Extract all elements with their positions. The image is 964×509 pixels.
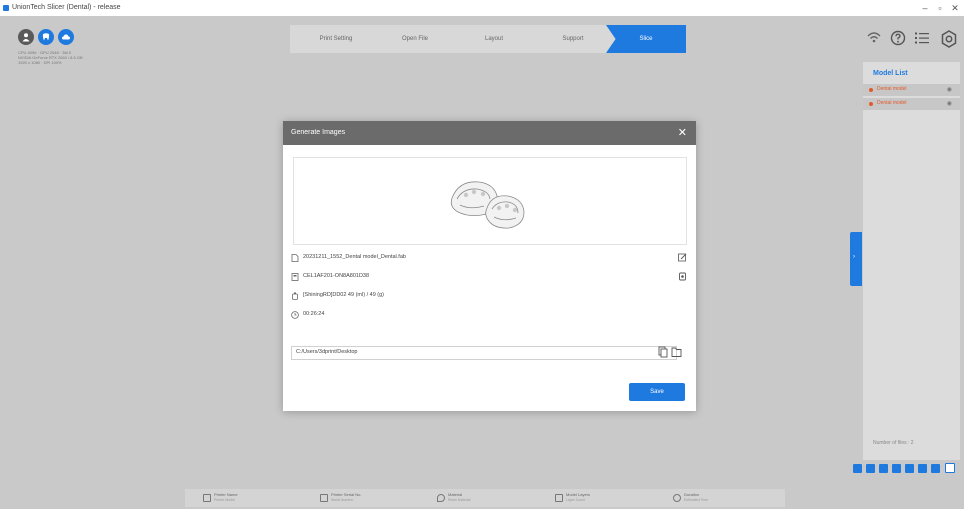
close-icon[interactable]: ✕ (678, 121, 687, 145)
generate-images-dialog: Generate Images ✕ 20231211_1552_Dental m… (283, 121, 696, 411)
visibility-eye-icon[interactable]: ◉ (947, 86, 952, 93)
material-row: [ShiningRD]DD02 49 (ml) / 49 (g) (291, 291, 687, 301)
output-path-value: C:/Users/3dprint/Desktop (296, 349, 358, 355)
user-icon (22, 33, 30, 42)
clock-icon (673, 494, 681, 502)
window-title: UnionTech Slicer (Dental) - release (12, 4, 121, 11)
layers-icon (555, 494, 563, 502)
copy-path-icon[interactable] (658, 346, 668, 358)
file-count: Number of files : 2 (873, 440, 914, 446)
view-back-icon[interactable] (866, 464, 875, 473)
cloud-button[interactable] (58, 29, 74, 45)
status-bar: Printer Name Printer Model Printer Seria… (185, 489, 785, 507)
model-name: Dental model (877, 100, 907, 106)
model-list-panel: Model List Dental model ◉ Dental model ◉… (863, 62, 960, 460)
model-status-dot (869, 102, 873, 106)
file-name-row: 20231211_1552_Dental model_Dental.fab (291, 253, 687, 263)
serial-icon (320, 494, 328, 502)
system-info-line: 1920 x 1080 · DPI 100% (18, 60, 62, 65)
material-drop-icon (437, 494, 445, 502)
cloud-icon (62, 34, 70, 40)
output-path-input[interactable]: C:/Users/3dprint/Desktop (291, 346, 677, 360)
step-slice[interactable]: Slice (606, 25, 686, 53)
help-icon[interactable] (890, 30, 906, 51)
save-button[interactable]: Save (629, 383, 685, 401)
model-preview (293, 157, 687, 245)
settings-icon[interactable] (940, 30, 958, 53)
duration-value: 00:26:24 (303, 311, 325, 317)
model-name: Dental model (877, 86, 907, 92)
view-left-icon[interactable] (879, 464, 888, 473)
list-item[interactable]: Dental model ◉ (863, 84, 960, 96)
file-name: 20231211_1552_Dental model_Dental.fab (303, 254, 406, 260)
wifi-icon[interactable] (866, 30, 882, 49)
view-bottom-icon[interactable] (918, 464, 927, 473)
model-status-dot (869, 88, 873, 92)
printer-settings-icon[interactable] (678, 272, 687, 281)
step-layout[interactable]: Layout (448, 25, 540, 53)
view-top-icon[interactable] (905, 464, 914, 473)
collapse-panel-tab[interactable]: › (850, 232, 862, 286)
view-iso-icon[interactable] (931, 464, 940, 473)
step-print-setting[interactable]: Print Setting (290, 25, 382, 53)
printer-button[interactable] (38, 29, 54, 45)
title-bar: UnionTech Slicer (Dental) - release – ▫ … (0, 0, 964, 16)
app-logo-icon (3, 5, 9, 11)
list-item[interactable]: Dental model ◉ (863, 98, 960, 110)
dental-model-image (450, 181, 525, 229)
edit-icon[interactable] (678, 253, 687, 262)
list-menu-icon[interactable] (914, 30, 930, 51)
printer-icon (203, 494, 211, 502)
printer-id-row: CEL1AF201-ON8A801D38 (291, 272, 687, 282)
close-window-button[interactable]: ✕ (948, 0, 962, 16)
account-button[interactable] (18, 29, 34, 45)
folder-open-icon[interactable] (671, 347, 682, 357)
printer-icon (291, 273, 299, 281)
model-list-title: Model List (873, 70, 908, 77)
view-reset-icon[interactable] (945, 463, 955, 473)
visibility-eye-icon[interactable]: ◉ (947, 100, 952, 107)
material-info: [ShiningRD]DD02 49 (ml) / 49 (g) (303, 292, 385, 298)
dialog-header: Generate Images ✕ (283, 121, 696, 145)
step-open-file[interactable]: Open File (369, 25, 461, 53)
clock-icon (291, 311, 299, 319)
step-support[interactable]: Support (527, 25, 619, 53)
file-icon (291, 254, 299, 262)
view-right-icon[interactable] (892, 464, 901, 473)
path-actions (658, 345, 682, 363)
maximize-button[interactable]: ▫ (933, 0, 947, 16)
tooth-icon (42, 33, 50, 41)
view-front-icon[interactable] (853, 464, 862, 473)
chevron-right-icon: › (853, 254, 855, 260)
minimize-button[interactable]: – (918, 0, 932, 16)
printer-id: CEL1AF201-ON8A801D38 (303, 273, 370, 279)
duration-row: 00:26:24 (291, 310, 687, 320)
dialog-title: Generate Images (291, 129, 346, 136)
material-bottle-icon (292, 292, 298, 300)
